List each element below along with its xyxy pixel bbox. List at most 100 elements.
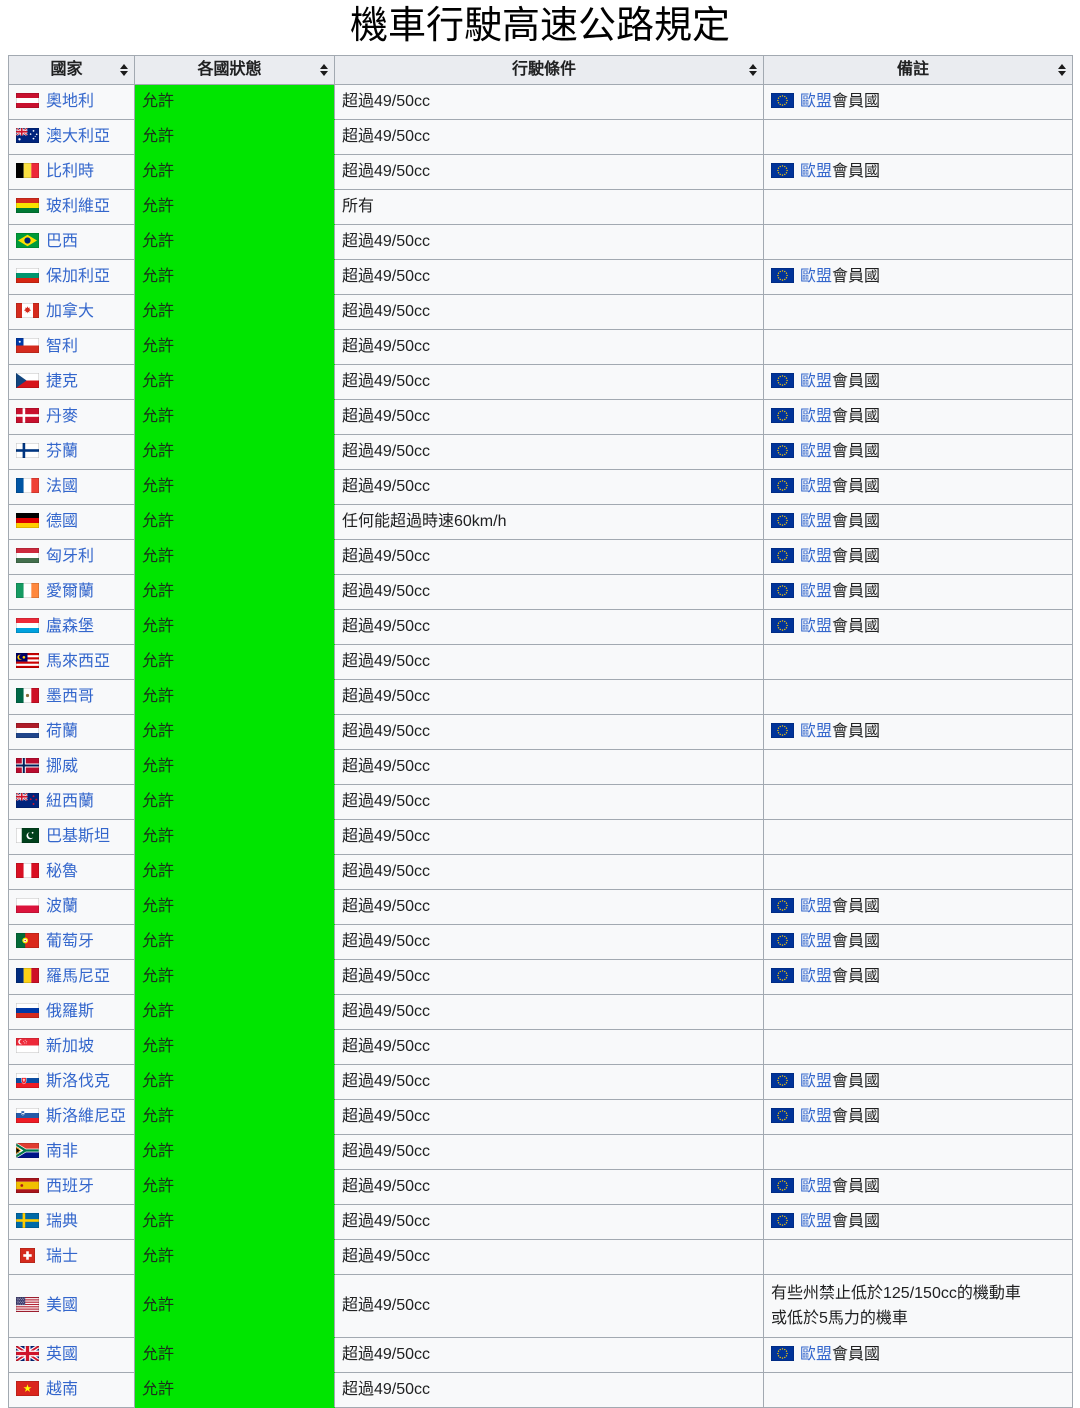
- country-link[interactable]: 丹麥: [46, 408, 78, 425]
- status-cell: 允許: [135, 1064, 335, 1099]
- country-link[interactable]: 美國: [46, 1297, 78, 1314]
- eu-link[interactable]: 歐盟: [800, 968, 832, 985]
- country-link[interactable]: 玻利維亞: [46, 198, 110, 215]
- flag-icon-pt: [16, 933, 39, 948]
- eu-link[interactable]: 歐盟: [800, 408, 832, 425]
- flag-icon-no: [16, 758, 39, 773]
- eu-link[interactable]: 歐盟: [800, 373, 832, 390]
- table-row: 斯洛維尼亞允許超過49/50cc歐盟會員國: [9, 1099, 1073, 1134]
- eu-flag-icon: [771, 373, 794, 388]
- country-link[interactable]: 挪威: [46, 758, 78, 775]
- country-link[interactable]: 奧地利: [46, 93, 94, 110]
- country-link[interactable]: 加拿大: [46, 303, 94, 320]
- country-link[interactable]: 俄羅斯: [46, 1003, 94, 1020]
- eu-link[interactable]: 歐盟: [800, 268, 832, 285]
- country-link[interactable]: 比利時: [46, 163, 94, 180]
- country-link[interactable]: 愛爾蘭: [46, 583, 94, 600]
- flag-icon-at: [16, 93, 39, 108]
- column-header-1[interactable]: 國家: [9, 55, 135, 84]
- country-link[interactable]: 芬蘭: [46, 443, 78, 460]
- remark-cell: [764, 1372, 1073, 1407]
- eu-flag-icon: [771, 443, 794, 458]
- flag-icon-my: [16, 653, 39, 668]
- table-row: 葡萄牙允許超過49/50cc歐盟會員國: [9, 924, 1073, 959]
- condition-cell: 超過49/50cc: [335, 609, 764, 644]
- table-row: 愛爾蘭允許超過49/50cc歐盟會員國: [9, 574, 1073, 609]
- eu-link[interactable]: 歐盟: [800, 548, 832, 565]
- eu-link[interactable]: 歐盟: [800, 478, 832, 495]
- country-link[interactable]: 盧森堡: [46, 618, 94, 635]
- flag-icon-lu: [16, 618, 39, 633]
- country-link[interactable]: 越南: [46, 1381, 78, 1398]
- country-link[interactable]: 斯洛維尼亞: [46, 1108, 126, 1125]
- condition-cell: 超過49/50cc: [335, 784, 764, 819]
- country-link[interactable]: 墨西哥: [46, 688, 94, 705]
- country-link[interactable]: 新加坡: [46, 1038, 94, 1055]
- condition-cell: 超過49/50cc: [335, 259, 764, 294]
- table-row: 智利允許超過49/50cc: [9, 329, 1073, 364]
- country-link[interactable]: 英國: [46, 1346, 78, 1363]
- country-link[interactable]: 西班牙: [46, 1178, 94, 1195]
- eu-link[interactable]: 歐盟: [800, 1073, 832, 1090]
- country-link[interactable]: 巴基斯坦: [46, 828, 110, 845]
- eu-link[interactable]: 歐盟: [800, 583, 832, 600]
- country-link[interactable]: 斯洛伐克: [46, 1073, 110, 1090]
- eu-link[interactable]: 歐盟: [800, 1108, 832, 1125]
- column-header-2[interactable]: 各國狀態: [135, 55, 335, 84]
- country-cell: 巴基斯坦: [9, 819, 135, 854]
- column-header-3[interactable]: 行駛條件: [335, 55, 764, 84]
- table-row: 荷蘭允許超過49/50cc歐盟會員國: [9, 714, 1073, 749]
- eu-link[interactable]: 歐盟: [800, 723, 832, 740]
- remark-cell: [764, 994, 1073, 1029]
- condition-cell: 超過49/50cc: [335, 714, 764, 749]
- eu-link[interactable]: 歐盟: [800, 933, 832, 950]
- eu-link[interactable]: 歐盟: [800, 93, 832, 110]
- remark-cell: 歐盟會員國: [764, 1204, 1073, 1239]
- country-link[interactable]: 馬來西亞: [46, 653, 110, 670]
- country-link[interactable]: 瑞典: [46, 1213, 78, 1230]
- eu-flag-icon: [771, 723, 794, 738]
- eu-link[interactable]: 歐盟: [800, 443, 832, 460]
- country-link[interactable]: 葡萄牙: [46, 933, 94, 950]
- condition-cell: 超過49/50cc: [335, 1029, 764, 1064]
- column-header-4[interactable]: 備註: [764, 55, 1073, 84]
- country-link[interactable]: 秘魯: [46, 863, 78, 880]
- eu-flag-icon: [771, 93, 794, 108]
- country-link[interactable]: 智利: [46, 338, 78, 355]
- status-cell: 允許: [135, 224, 335, 259]
- country-cell: 西班牙: [9, 1169, 135, 1204]
- eu-link[interactable]: 歐盟: [800, 1346, 832, 1363]
- eu-link[interactable]: 歐盟: [800, 618, 832, 635]
- country-link[interactable]: 澳大利亞: [46, 128, 110, 145]
- country-link[interactable]: 法國: [46, 478, 78, 495]
- status-cell: 允許: [135, 889, 335, 924]
- eu-link[interactable]: 歐盟: [800, 513, 832, 530]
- eu-link[interactable]: 歐盟: [800, 1178, 832, 1195]
- country-link[interactable]: 德國: [46, 513, 78, 530]
- flag-icon-ca: [16, 303, 39, 318]
- country-link[interactable]: 羅馬尼亞: [46, 968, 110, 985]
- country-link[interactable]: 波蘭: [46, 898, 78, 915]
- country-cell: 俄羅斯: [9, 994, 135, 1029]
- country-link[interactable]: 巴西: [46, 233, 78, 250]
- eu-link[interactable]: 歐盟: [800, 898, 832, 915]
- country-link[interactable]: 瑞士: [46, 1248, 78, 1265]
- flag-icon-mx: [16, 688, 39, 703]
- eu-link[interactable]: 歐盟: [800, 163, 832, 180]
- country-link[interactable]: 南非: [46, 1143, 78, 1160]
- eu-flag-icon: [771, 1346, 794, 1361]
- country-cell: 斯洛伐克: [9, 1064, 135, 1099]
- eu-member-suffix: 會員國: [832, 933, 880, 950]
- remark-cell: [764, 1239, 1073, 1274]
- status-cell: 允許: [135, 1204, 335, 1239]
- eu-link[interactable]: 歐盟: [800, 1213, 832, 1230]
- country-cell: 丹麥: [9, 399, 135, 434]
- eu-flag-icon: [771, 513, 794, 528]
- country-link[interactable]: 保加利亞: [46, 268, 110, 285]
- country-link[interactable]: 紐西蘭: [46, 793, 94, 810]
- eu-member-suffix: 會員國: [832, 618, 880, 635]
- flag-icon-sk: [16, 1073, 39, 1088]
- country-link[interactable]: 匈牙利: [46, 548, 94, 565]
- country-link[interactable]: 捷克: [46, 373, 78, 390]
- country-link[interactable]: 荷蘭: [46, 723, 78, 740]
